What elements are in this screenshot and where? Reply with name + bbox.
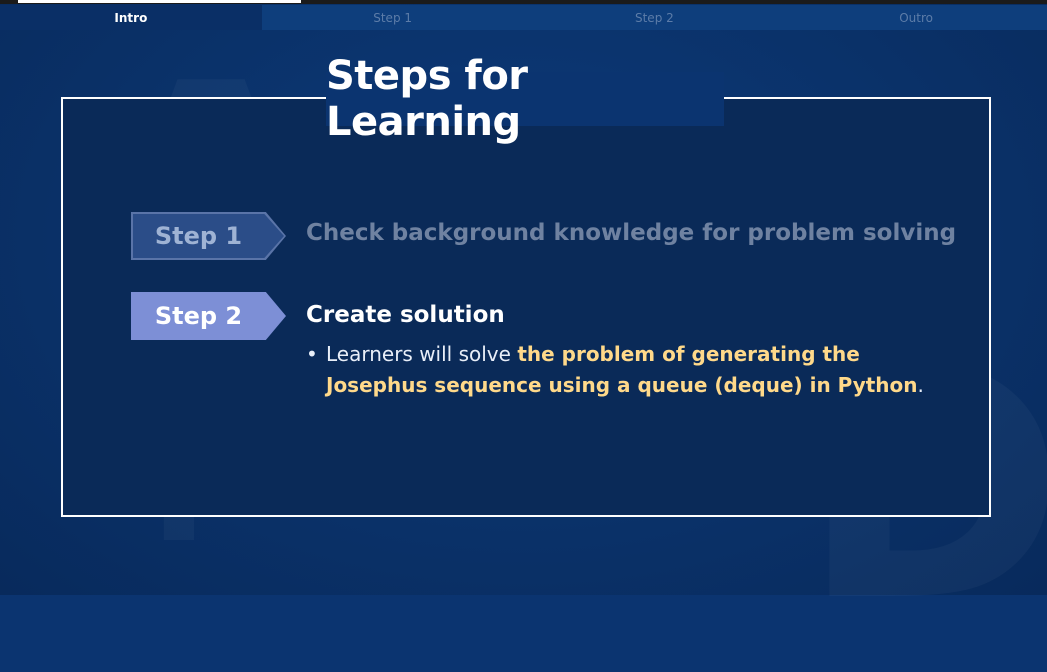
chapter-tabs: Intro Step 1 Step 2 Outro bbox=[0, 5, 1047, 30]
tab-step-1[interactable]: Step 1 bbox=[261, 5, 524, 30]
step-1-tag-label: Step 1 bbox=[154, 222, 243, 250]
bullet-prefix: Learners will solve bbox=[326, 342, 518, 366]
step-2-tag: Step 2 bbox=[131, 292, 286, 340]
progress-bar bbox=[18, 0, 301, 3]
tab-intro[interactable]: Intro bbox=[0, 5, 262, 30]
step-1-description: Check background knowledge for problem s… bbox=[306, 220, 957, 246]
tab-outro[interactable]: Outro bbox=[785, 5, 1047, 30]
bullet-dot-icon: • bbox=[306, 342, 318, 366]
step-2-bullet: • Learners will solve the problem of gen… bbox=[306, 339, 966, 401]
top-bar bbox=[0, 0, 1047, 4]
step-1-tag: Step 1 bbox=[131, 212, 286, 260]
tab-step-2[interactable]: Step 2 bbox=[523, 5, 786, 30]
step-2-heading: Create solution bbox=[306, 302, 505, 328]
step-2-tag-label: Step 2 bbox=[154, 302, 243, 330]
bullet-text: Learners will solve the problem of gener… bbox=[326, 339, 966, 401]
bullet-suffix: . bbox=[917, 373, 924, 397]
slide-title: Steps for Learning bbox=[326, 53, 724, 145]
